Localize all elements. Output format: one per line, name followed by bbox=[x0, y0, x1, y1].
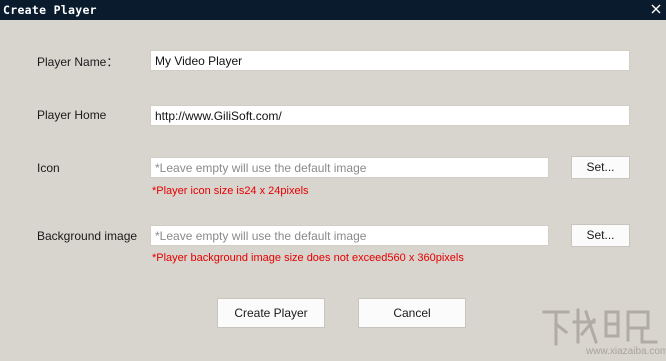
player-home-input[interactable] bbox=[150, 105, 630, 126]
player-name-input[interactable] bbox=[150, 50, 630, 71]
title-bar: Create Player bbox=[0, 0, 666, 20]
icon-size-hint: *Player icon size is24 x 24pixels bbox=[152, 185, 309, 197]
site-watermark: www.xiazaiba.com bbox=[538, 302, 666, 361]
player-home-label: Player Home bbox=[37, 108, 107, 122]
background-image-set-button[interactable]: Set... bbox=[571, 224, 630, 247]
player-name-label: Player Name： bbox=[37, 55, 119, 69]
create-player-button[interactable]: Create Player bbox=[217, 298, 325, 328]
watermark-url: www.xiazaiba.com bbox=[586, 346, 666, 357]
background-image-label: Background image bbox=[37, 229, 138, 243]
close-icon[interactable] bbox=[649, 2, 663, 16]
background-image-path-input[interactable] bbox=[150, 225, 549, 246]
cancel-button[interactable]: Cancel bbox=[358, 298, 466, 328]
window-title: Create Player bbox=[3, 3, 97, 17]
background-image-size-hint: *Player background image size does not e… bbox=[152, 252, 464, 264]
icon-label: Icon bbox=[37, 161, 60, 175]
icon-path-input[interactable] bbox=[150, 157, 549, 178]
icon-set-button[interactable]: Set... bbox=[571, 156, 630, 179]
